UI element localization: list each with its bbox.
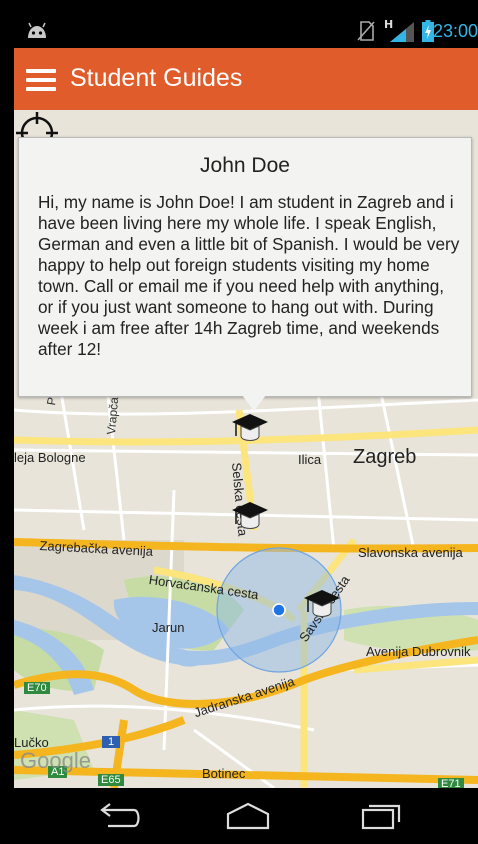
guide-name: John Doe	[200, 154, 290, 177]
city-label: Zagreb	[353, 446, 417, 468]
street-label-bologne: leja Bologne	[14, 450, 86, 465]
road-shield-1: 1	[102, 736, 121, 748]
navigation-bar	[14, 788, 478, 844]
guide-info-window[interactable]: John Doe Hi, my name is John Doe! I am s…	[18, 137, 472, 397]
info-window-pointer	[242, 395, 266, 411]
no-sim-icon	[357, 21, 375, 41]
street-label-ilica: Ilica	[298, 452, 322, 467]
phone-screen: H 23:00 Student Guides Zagreb Vrapčanska…	[14, 14, 478, 844]
status-icons: H	[356, 18, 434, 42]
recents-icon[interactable]	[359, 802, 407, 830]
road-label-dubrovnik: Avenija Dubrovnik	[366, 644, 471, 659]
guide-description: Hi, my name is John Doe! I am student in…	[38, 192, 460, 359]
graduation-cap-icon[interactable]	[232, 498, 268, 534]
hamburger-icon[interactable]	[26, 69, 56, 91]
signal-icon: H	[384, 18, 414, 42]
area-label-botinec: Botinec	[202, 766, 246, 781]
back-icon[interactable]	[94, 802, 142, 830]
graduation-cap-icon[interactable]	[232, 410, 268, 446]
road-label-slavonska: Slavonska avenija	[358, 545, 463, 560]
graduation-cap-icon[interactable]	[304, 586, 340, 622]
clock: 23:00	[432, 21, 478, 41]
highway-shield-e65: E65	[98, 774, 124, 786]
area-label-jarun: Jarun	[152, 620, 185, 635]
highway-shield-e71: E71	[438, 778, 464, 788]
status-bar: H 23:00	[14, 14, 478, 48]
app-title[interactable]: Student Guides	[70, 64, 242, 93]
google-logo[interactable]: Google	[20, 748, 91, 774]
highway-shield-e70: E70	[24, 682, 50, 694]
home-icon[interactable]	[224, 802, 272, 830]
android-icon	[28, 22, 46, 38]
app-bar: Student Guides	[14, 48, 478, 110]
